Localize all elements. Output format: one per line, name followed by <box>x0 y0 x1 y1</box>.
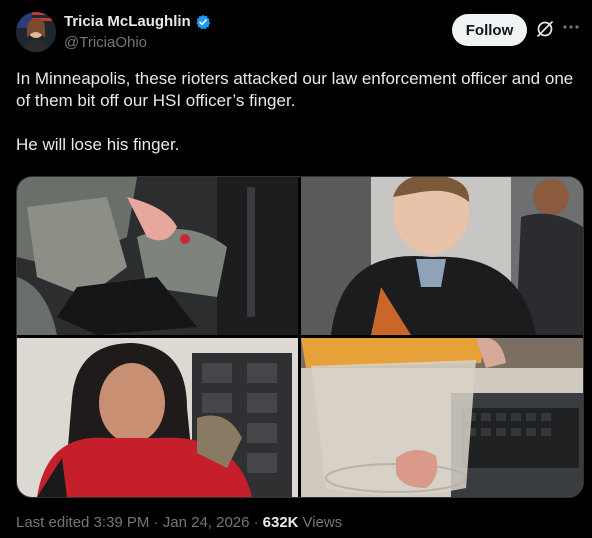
author-name-text: Tricia McLaughlin <box>64 13 191 30</box>
author-handle[interactable]: @TriciaOhio <box>64 34 147 51</box>
avatar[interactable] <box>16 12 56 52</box>
verified-badge-icon <box>195 14 211 30</box>
follow-button[interactable]: Follow <box>452 14 527 46</box>
media-photo-hand[interactable] <box>17 177 298 335</box>
post-footer: Last edited 3:39 PM · Jan 24, 2026 · 632… <box>16 514 342 531</box>
media-photo-container[interactable] <box>301 338 583 497</box>
post-text: In Minneapolis, these rioters attacked o… <box>16 69 574 154</box>
media-photo-man[interactable] <box>301 177 583 335</box>
views-label: Views <box>302 514 343 531</box>
views-count: 632K <box>262 514 299 531</box>
media-grid[interactable] <box>16 176 584 498</box>
author-name[interactable]: Tricia McLaughlin <box>64 13 211 30</box>
edited-timestamp[interactable]: Last edited 3:39 PM · Jan 24, 2026 · <box>16 514 259 531</box>
grok-icon[interactable] <box>535 19 555 39</box>
media-photo-woman[interactable] <box>17 338 298 497</box>
more-icon[interactable] <box>560 16 582 38</box>
